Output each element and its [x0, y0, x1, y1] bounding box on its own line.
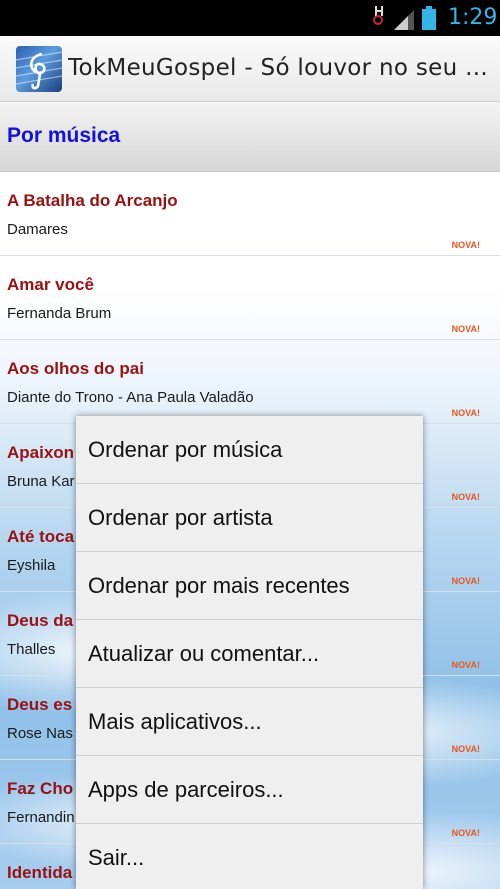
menu-item-label: Ordenar por artista — [88, 505, 273, 530]
song-artist: Bruna Kar — [7, 473, 75, 490]
new-badge: NOVA! — [451, 744, 480, 754]
new-badge: NOVA! — [451, 408, 480, 418]
menu-item-label: Ordenar por música — [88, 437, 283, 462]
song-artist: Eyshila — [7, 557, 56, 574]
app-title: TokMeuGospel - Só louvor no seu ... — [68, 55, 488, 81]
song-title: A Batalha do Arcanjo — [7, 191, 178, 210]
battery-icon — [422, 6, 436, 30]
action-bar: TokMeuGospel - Só louvor no seu ... — [0, 36, 500, 102]
menu-item-sort-by-artist[interactable]: Ordenar por artista — [76, 484, 423, 552]
song-artist: Fernanda Brum — [7, 305, 112, 322]
new-badge: NOVA! — [451, 324, 480, 334]
list-item[interactable]: A Batalha do Arcanjo Damares NOVA! — [0, 172, 500, 256]
song-title: Apaixon — [7, 443, 75, 462]
menu-item-more-apps[interactable]: Mais aplicativos... — [76, 688, 423, 756]
song-title: Até toca — [7, 527, 75, 546]
song-artist: Thalles — [7, 641, 56, 658]
usb-debug-icon — [373, 6, 383, 25]
new-badge: NOVA! — [451, 828, 480, 838]
music-note-icon[interactable] — [16, 46, 62, 92]
song-title: Deus es — [7, 695, 73, 714]
section-header: Por música — [0, 102, 500, 172]
menu-item-label: Atualizar ou comentar... — [88, 641, 320, 666]
menu-item-exit[interactable]: Sair... — [76, 824, 423, 889]
menu-item-label: Mais aplicativos... — [88, 709, 262, 734]
menu-item-partner-apps[interactable]: Apps de parceiros... — [76, 756, 423, 824]
menu-item-sort-by-recent[interactable]: Ordenar por mais recentes — [76, 552, 423, 620]
list-item[interactable]: Amar você Fernanda Brum NOVA! — [0, 256, 500, 340]
new-badge: NOVA! — [451, 240, 480, 250]
section-title: Por música — [7, 124, 121, 147]
new-badge: NOVA! — [451, 492, 480, 502]
song-artist: Diante do Trono - Ana Paula Valadão — [7, 389, 254, 406]
menu-item-sort-by-song[interactable]: Ordenar por música — [76, 416, 423, 484]
status-bar: 1:29 — [0, 0, 500, 36]
menu-item-update-or-comment[interactable]: Atualizar ou comentar... — [76, 620, 423, 688]
options-menu: Ordenar por música Ordenar por artista O… — [76, 416, 423, 889]
song-artist: Damares — [7, 221, 68, 238]
new-badge: NOVA! — [451, 660, 480, 670]
new-badge: NOVA! — [451, 576, 480, 586]
signal-icon — [394, 10, 414, 30]
menu-item-label: Sair... — [88, 845, 145, 870]
song-artist: Fernandin — [7, 809, 75, 826]
status-time: 1:29 — [448, 5, 498, 30]
menu-item-label: Ordenar por mais recentes — [88, 573, 350, 598]
song-title: Deus da — [7, 611, 74, 630]
song-title: Aos olhos do pai — [7, 359, 144, 378]
song-title: Faz Cho — [7, 779, 74, 798]
song-artist: Rose Nas — [7, 725, 73, 742]
song-title: Amar você — [7, 275, 94, 294]
list-item[interactable]: Aos olhos do pai Diante do Trono - Ana P… — [0, 340, 500, 424]
song-title: Identida — [7, 863, 73, 882]
menu-item-label: Apps de parceiros... — [88, 777, 284, 802]
